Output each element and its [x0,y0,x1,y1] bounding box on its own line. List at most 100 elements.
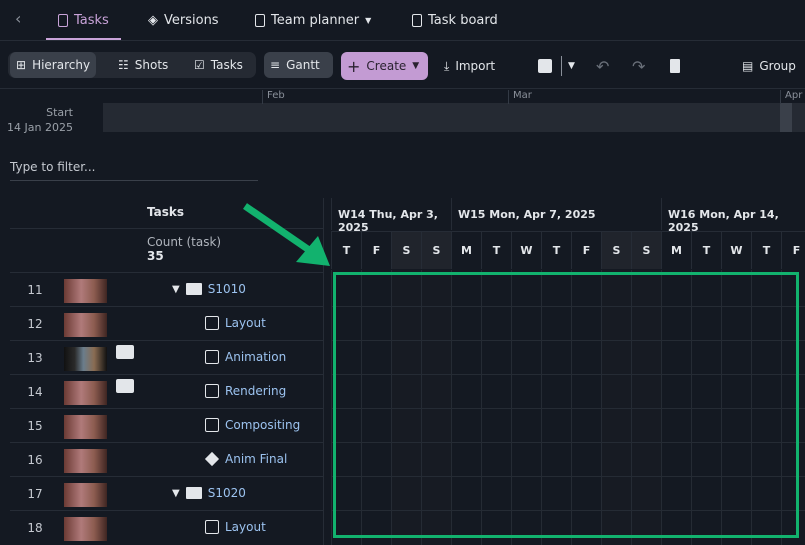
annotation-highlight-box [333,272,799,538]
table-row[interactable]: 13 Animation [10,340,323,374]
clipboard-check-icon [205,418,219,432]
task-name-link[interactable]: Anim Final [225,452,287,466]
task-name[interactable]: Compositing [205,418,300,432]
thumbnail[interactable] [64,347,107,371]
chevron-down-icon[interactable]: ▼ [172,488,180,499]
task-name-link[interactable]: Layout [225,520,266,534]
table-row[interactable]: 16 Anim Final [10,442,323,476]
row-number: 11 [27,283,43,297]
task-name[interactable]: Anim Final [204,451,287,467]
label: Shots [134,58,169,72]
import-button[interactable]: ⤓ Import [438,53,501,79]
day-header: M [451,231,481,269]
thumbnail[interactable] [64,313,107,337]
label: Import [455,59,496,73]
save-options-button[interactable]: ▼ [562,53,581,79]
shots-button[interactable]: ☷ Shots [112,52,174,78]
clipboard-check-icon [412,13,422,27]
redo-button[interactable]: ↷ [626,53,651,79]
clipboard-check-icon [205,350,219,364]
filter-input[interactable]: Type to filter... [10,155,258,181]
day-header: M [661,231,691,269]
task-name-link[interactable]: Layout [225,316,266,330]
delete-button[interactable] [664,53,686,79]
day-header: S [631,231,661,269]
task-name[interactable]: ▼ S1010 [172,282,246,296]
create-button[interactable]: + Create ▼ [341,52,428,80]
timeline-handle[interactable] [780,103,792,132]
row-number: 12 [27,317,43,331]
thumbnail[interactable] [64,517,107,541]
task-name[interactable]: ▼ S1020 [172,486,246,500]
task-name-link[interactable]: S1010 [208,282,246,296]
plus-icon: + [347,56,361,76]
undo-button[interactable]: ↶ [590,53,615,79]
week-header: W16 Mon, Apr 14, 2025 [661,198,805,234]
tab-label: Versions [164,12,219,28]
layers-icon: ◈ [148,12,158,28]
thumbnail[interactable] [64,279,107,303]
task-name-link[interactable]: S1020 [208,486,246,500]
thumbnail[interactable] [64,449,107,473]
gantt-button[interactable]: ≡ Gantt [264,52,333,78]
task-name-link[interactable]: Animation [225,350,286,364]
day-header: T [541,231,571,269]
label: Hierarchy [32,58,91,72]
clapperboard-icon [185,283,202,295]
table-row[interactable]: 17 ▼ S1020 [10,476,323,510]
top-nav: ‹ Tasks ◈ Versions Team planner ▼ Task boa… [0,0,805,41]
thumbnail[interactable] [64,483,107,507]
timeline-range-bar[interactable] [103,103,805,132]
table-row[interactable]: 18 Layout [10,510,323,544]
task-name[interactable]: Animation [205,350,286,364]
day-header: T [481,231,511,269]
label: Gantt [286,58,320,72]
task-name-link[interactable]: Compositing [225,418,300,432]
tasks-button[interactable]: ☑ Tasks [188,52,249,78]
month-label: Apr [780,90,802,104]
row-number: 18 [27,521,43,535]
save-icon [538,59,552,73]
milestone-diamond-icon [204,451,220,467]
thumbnail[interactable] [64,415,107,439]
day-header: T [751,231,781,269]
import-icon: ⤓ [444,58,450,73]
caret-down-icon: ▼ [365,15,372,25]
row-number: 16 [27,453,43,467]
tab-task-board[interactable]: Task board [412,0,498,40]
tab-label: Team planner [271,12,360,28]
task-name[interactable]: Layout [205,520,266,534]
group-button[interactable]: ▤ Group [736,53,802,79]
table-row[interactable]: 15 Compositing [10,408,323,442]
week-header: W14 Thu, Apr 3, 2025 [331,198,451,234]
save-button[interactable] [532,53,558,79]
table-row[interactable]: 12 Layout [10,306,323,340]
task-name[interactable]: Layout [205,316,266,330]
task-name[interactable]: Rendering [205,384,286,398]
group-icon: ▤ [742,59,754,73]
row-number: 15 [27,419,43,433]
comment-icon[interactable] [116,379,134,393]
day-header: T [331,231,361,269]
chevron-down-icon: ▼ [412,61,420,71]
hierarchy-button[interactable]: ⊞ Hierarchy [10,52,97,78]
table-row[interactable]: 11 ▼ S1010 [10,272,323,306]
back-chevron-icon[interactable]: ‹ [15,9,21,28]
thumbnail[interactable] [64,381,107,405]
day-header: W [721,231,751,269]
chevron-down-icon[interactable]: ▼ [172,284,180,295]
gantt-icon: ≡ [270,58,281,72]
task-name-link[interactable]: Rendering [225,384,286,398]
tab-team-planner[interactable]: Team planner ▼ [255,0,371,40]
tab-versions[interactable]: ◈ Versions [148,0,219,40]
table-row[interactable]: 14 Rendering [10,374,323,408]
clipboard-icon [58,13,68,27]
count-label: Count (task) [147,235,222,249]
checkbox-icon: ☑ [194,58,205,72]
clipboard-check-icon [205,520,219,534]
row-number: 14 [27,385,43,399]
tab-tasks[interactable]: Tasks [46,0,121,40]
day-header: T [691,231,721,269]
comment-icon[interactable] [116,345,134,359]
start-label: Start [46,106,73,119]
